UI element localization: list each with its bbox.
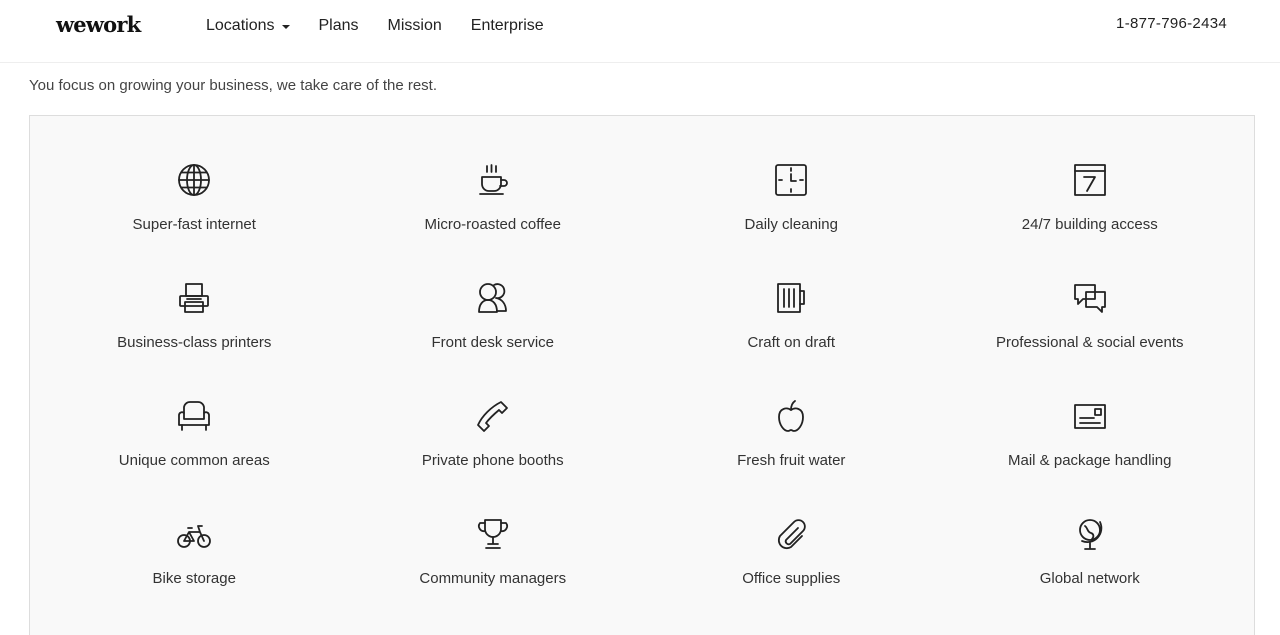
site-header: wework Locations Plans Mission Enterpris… — [0, 0, 1280, 63]
amenity-label: Micro-roasted coffee — [424, 216, 561, 233]
amenity-label: Business-class printers — [117, 334, 272, 351]
amenity-label: Community managers — [419, 570, 567, 587]
paperclip-icon — [773, 516, 809, 552]
amenities-grid: Super-fast internet Micro-roasted coffee… — [45, 162, 1239, 634]
amenity-item: Global network — [941, 516, 1240, 634]
main-nav: Locations Plans Mission Enterprise — [206, 17, 573, 35]
calendar-icon — [1072, 162, 1108, 198]
envelope-icon — [1072, 398, 1108, 434]
amenity-label: Mail & package handling — [1008, 452, 1172, 469]
amenity-item: Bike storage — [45, 516, 344, 634]
nav-locations[interactable]: Locations — [206, 17, 290, 35]
nav-locations-label: Locations — [206, 17, 275, 34]
nav-enterprise[interactable]: Enterprise — [471, 17, 544, 35]
amenity-item: Micro-roasted coffee — [344, 162, 643, 280]
amenity-item: 24/7 building access — [941, 162, 1240, 280]
caret-down-icon — [281, 24, 290, 29]
bicycle-icon — [176, 516, 212, 552]
clock-icon — [773, 162, 809, 198]
amenity-label: Front desk service — [431, 334, 555, 351]
amenity-label: Global network — [1039, 570, 1140, 587]
amenity-item: Fresh fruit water — [642, 398, 941, 516]
amenity-item: Craft on draft — [642, 280, 941, 398]
desk-globe-icon — [1072, 516, 1108, 552]
amenity-label: Private phone booths — [421, 452, 564, 469]
amenity-label: Bike storage — [152, 570, 236, 587]
chat-bubbles-icon — [1072, 280, 1108, 316]
amenity-label: Craft on draft — [747, 334, 836, 351]
amenity-label: Super-fast internet — [132, 216, 256, 233]
amenity-item: Private phone booths — [344, 398, 643, 516]
amenity-label: 24/7 building access — [1021, 216, 1158, 233]
apple-icon — [773, 398, 809, 434]
amenity-item: Unique common areas — [45, 398, 344, 516]
amenity-item: Super-fast internet — [45, 162, 344, 280]
nav-mission[interactable]: Mission — [388, 17, 442, 35]
people-icon — [475, 280, 511, 316]
printer-icon — [176, 280, 212, 316]
wework-logo[interactable]: wework — [56, 12, 141, 37]
nav-plans[interactable]: Plans — [319, 17, 359, 35]
amenity-label: Fresh fruit water — [737, 452, 846, 469]
phone-number[interactable]: 1-877-796-2434 — [1116, 15, 1227, 32]
amenity-item: Community managers — [344, 516, 643, 634]
amenity-item: Office supplies — [642, 516, 941, 634]
phone-icon — [475, 398, 511, 434]
amenity-item: Professional & social events — [941, 280, 1240, 398]
coffee-cup-icon — [475, 162, 511, 198]
amenity-item: Mail & package handling — [941, 398, 1240, 516]
beer-mug-icon — [773, 280, 809, 316]
tagline: You focus on growing your business, we t… — [29, 77, 438, 94]
amenity-label: Daily cleaning — [744, 216, 838, 233]
amenity-item: Business-class printers — [45, 280, 344, 398]
amenity-item: Front desk service — [344, 280, 643, 398]
amenity-label: Unique common areas — [118, 452, 270, 469]
globe-icon — [176, 162, 212, 198]
armchair-icon — [176, 398, 212, 434]
trophy-icon — [475, 516, 511, 552]
amenity-label: Professional & social events — [995, 334, 1184, 351]
amenity-label: Office supplies — [742, 570, 841, 587]
amenity-item: Daily cleaning — [642, 162, 941, 280]
